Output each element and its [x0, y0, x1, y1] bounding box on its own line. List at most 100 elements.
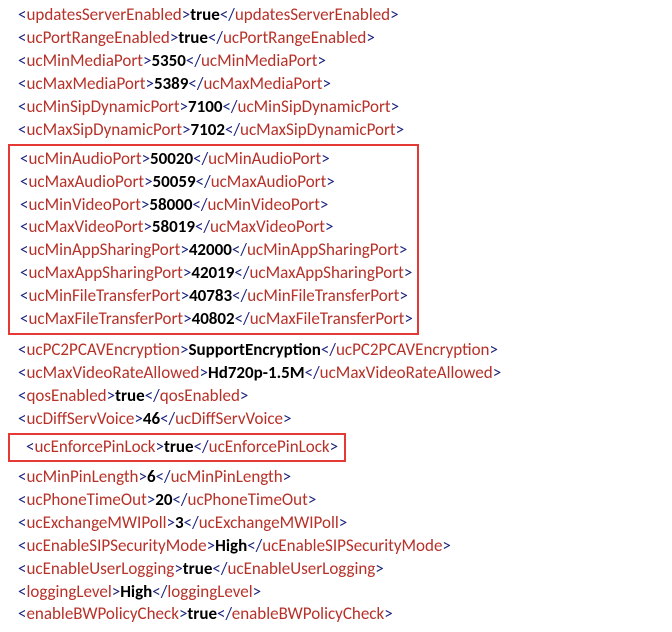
- xml-line: <ucExchangeMWIPoll>3</ucExchangeMWIPoll>: [18, 512, 664, 535]
- open-bracket: </: [156, 466, 171, 487]
- xml-line: <ucEnableUserLogging>true</ucEnableUserL…: [18, 558, 664, 581]
- close-tag: ucEnforcePinLock: [209, 436, 330, 457]
- close-bracket: >: [167, 512, 175, 533]
- open-bracket: </: [152, 581, 167, 602]
- close-bracket: >: [384, 603, 392, 624]
- open-tag: updatesServerEnabled: [26, 4, 181, 25]
- close-tag: enableBWPolicyCheck: [232, 603, 384, 624]
- value: 46: [143, 408, 160, 429]
- value: 5389: [154, 73, 188, 94]
- value: High: [120, 581, 152, 602]
- open-tag: loggingLevel: [26, 581, 111, 602]
- close-tag: ucMaxAudioPort: [211, 171, 327, 192]
- value: true: [115, 385, 145, 406]
- highlight-box-pinlock: <ucEnforcePinLock>true</ucEnforcePinLock…: [8, 433, 346, 462]
- xml-line: <ucMaxMediaPort>5389</ucMaxMediaPort>: [18, 73, 664, 96]
- xml-line: <ucPortRangeEnabled>true</ucPortRangeEna…: [18, 27, 664, 50]
- xml-line: <ucEnableSIPSecurityMode>High</ucEnableS…: [18, 535, 664, 558]
- close-bracket: >: [404, 308, 412, 329]
- close-bracket: >: [142, 148, 150, 169]
- open-bracket: </: [225, 119, 240, 140]
- close-tag: updatesServerEnabled: [235, 4, 390, 25]
- xml-line: <ucMinMediaPort>5350</ucMinMediaPort>: [18, 50, 664, 73]
- close-bracket: >: [366, 27, 374, 48]
- open-tag: qosEnabled: [26, 385, 106, 406]
- xml-line: <ucPhoneTimeOut>20</ucPhoneTimeOut>: [18, 489, 664, 512]
- close-bracket: >: [174, 558, 182, 579]
- close-bracket: >: [339, 512, 347, 533]
- close-bracket: >: [283, 408, 291, 429]
- close-bracket: >: [253, 581, 261, 602]
- xml-line: <ucMaxAppSharingPort>42019</ucMaxAppShar…: [20, 262, 413, 285]
- close-tag: ucMaxSipDynamicPort: [240, 119, 396, 140]
- open-bracket: </: [184, 512, 199, 533]
- xml-line: <ucMaxFileTransferPort>40802</ucMaxFileT…: [20, 308, 413, 331]
- open-bracket: </: [186, 50, 201, 71]
- xml-line: <ucDiffServVoice>46</ucDiffServVoice>: [18, 408, 664, 431]
- close-tag: ucPhoneTimeOut: [188, 489, 308, 510]
- open-bracket: </: [220, 4, 235, 25]
- open-bracket: </: [235, 308, 250, 329]
- value: 20: [155, 489, 172, 510]
- xml-line: <ucMinSipDynamicPort>7100</ucMinSipDynam…: [18, 96, 664, 119]
- close-bracket: >: [156, 436, 164, 457]
- open-tag: ucEnableSIPSecurityMode: [26, 535, 206, 556]
- value: 3: [175, 512, 184, 533]
- open-tag: ucMinAudioPort: [28, 148, 141, 169]
- open-bracket: </: [188, 73, 203, 94]
- xml-line: <ucMinFileTransferPort>40783</ucMinFileT…: [20, 285, 413, 308]
- open-tag: ucMaxVideoRateAllowed: [26, 362, 199, 383]
- open-tag: ucDiffServVoice: [26, 408, 134, 429]
- open-bracket: </: [196, 171, 211, 192]
- xml-line: <ucEnforcePinLock>true</ucEnforcePinLock…: [26, 436, 338, 459]
- open-tag: ucExchangeMWIPoll: [26, 512, 166, 533]
- value: Hd720p-1.5M: [208, 362, 305, 383]
- open-tag: ucMinAppSharingPort: [28, 239, 180, 260]
- close-tag: ucMinAudioPort: [208, 148, 321, 169]
- open-bracket: </: [234, 262, 249, 283]
- close-bracket: >: [399, 285, 407, 306]
- value: true: [178, 27, 208, 48]
- close-tag: ucMaxVideoPort: [210, 216, 325, 237]
- close-tag: qosEnabled: [160, 385, 240, 406]
- open-tag: ucMinSipDynamicPort: [26, 96, 179, 117]
- open-tag: ucMaxMediaPort: [26, 73, 145, 94]
- close-bracket: >: [399, 239, 407, 260]
- xml-line: <updatesServerEnabled>true</updatesServe…: [18, 4, 664, 27]
- close-bracket: >: [490, 339, 498, 360]
- close-bracket: >: [322, 73, 330, 94]
- close-bracket: >: [391, 96, 399, 117]
- xml-line: <ucMinPinLength>6</ucMinPinLength>: [18, 466, 664, 489]
- xml-line: <loggingLevel>High</loggingLevel>: [18, 581, 664, 604]
- xml-line: <ucMinAudioPort>50020</ucMinAudioPort>: [20, 148, 413, 171]
- close-tag: ucMinAppSharingPort: [247, 239, 399, 260]
- close-bracket: >: [183, 308, 191, 329]
- close-bracket: >: [283, 466, 291, 487]
- value: true: [183, 558, 213, 579]
- value: 40802: [192, 308, 235, 329]
- close-bracket: >: [375, 558, 383, 579]
- close-tag: ucMinMediaPort: [201, 50, 318, 71]
- close-bracket: >: [325, 216, 333, 237]
- close-tag: ucDiffServVoice: [175, 408, 283, 429]
- open-bracket: </: [305, 362, 320, 383]
- xml-line: <ucMaxAudioPort>50059</ucMaxAudioPort>: [20, 171, 413, 194]
- open-tag: ucEnforcePinLock: [34, 436, 155, 457]
- open-bracket: </: [232, 239, 247, 260]
- open-bracket: </: [160, 408, 175, 429]
- xml-line: <ucMaxVideoRateAllowed>Hd720p-1.5M</ucMa…: [18, 362, 664, 385]
- close-tag: ucMinFileTransferPort: [247, 285, 399, 306]
- open-tag: ucMaxAppSharingPort: [28, 262, 182, 283]
- open-bracket: </: [232, 285, 247, 306]
- xml-line: <qosEnabled>true</qosEnabled>: [18, 385, 664, 408]
- close-bracket: >: [207, 535, 215, 556]
- close-bracket: >: [200, 362, 208, 383]
- close-bracket: >: [404, 262, 412, 283]
- value: SupportEncryption: [188, 339, 320, 360]
- close-bracket: >: [147, 489, 155, 510]
- close-tag: ucMaxVideoRateAllowed: [320, 362, 493, 383]
- value: 50059: [153, 171, 196, 192]
- xml-line: <enableBWPolicyCheck>true</enableBWPolic…: [18, 603, 664, 626]
- open-bracket: </: [192, 194, 207, 215]
- xml-line: <ucPC2PCAVEncryption>SupportEncryption</…: [18, 339, 664, 362]
